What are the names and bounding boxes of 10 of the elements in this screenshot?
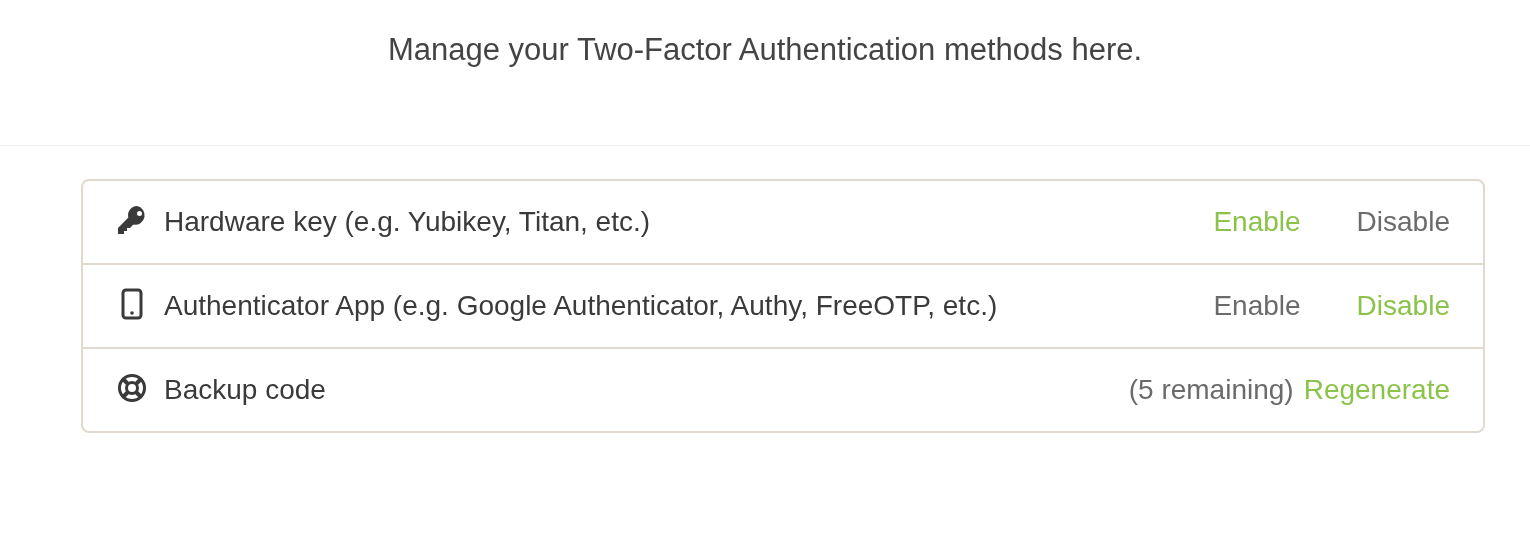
method-label: Authenticator App (e.g. Google Authenticator, Authy, FreeOTP, etc.) [116, 282, 1214, 330]
remaining-count: (5 remaining) [1128, 373, 1294, 407]
lifebuoy-icon [116, 372, 148, 404]
method-label: Hardware key (e.g. Yubikey, Titan, etc.) [116, 198, 1214, 246]
page-heading: Manage your Two-Factor Authentication methods here. [387, 31, 1143, 69]
action-link[interactable]: Disable [1356, 282, 1450, 330]
key-icon [116, 204, 148, 236]
method-label: Backup code [116, 366, 1129, 414]
action-link[interactable]: Regenerate [1303, 366, 1450, 414]
action-link[interactable]: Enable [1213, 198, 1301, 246]
